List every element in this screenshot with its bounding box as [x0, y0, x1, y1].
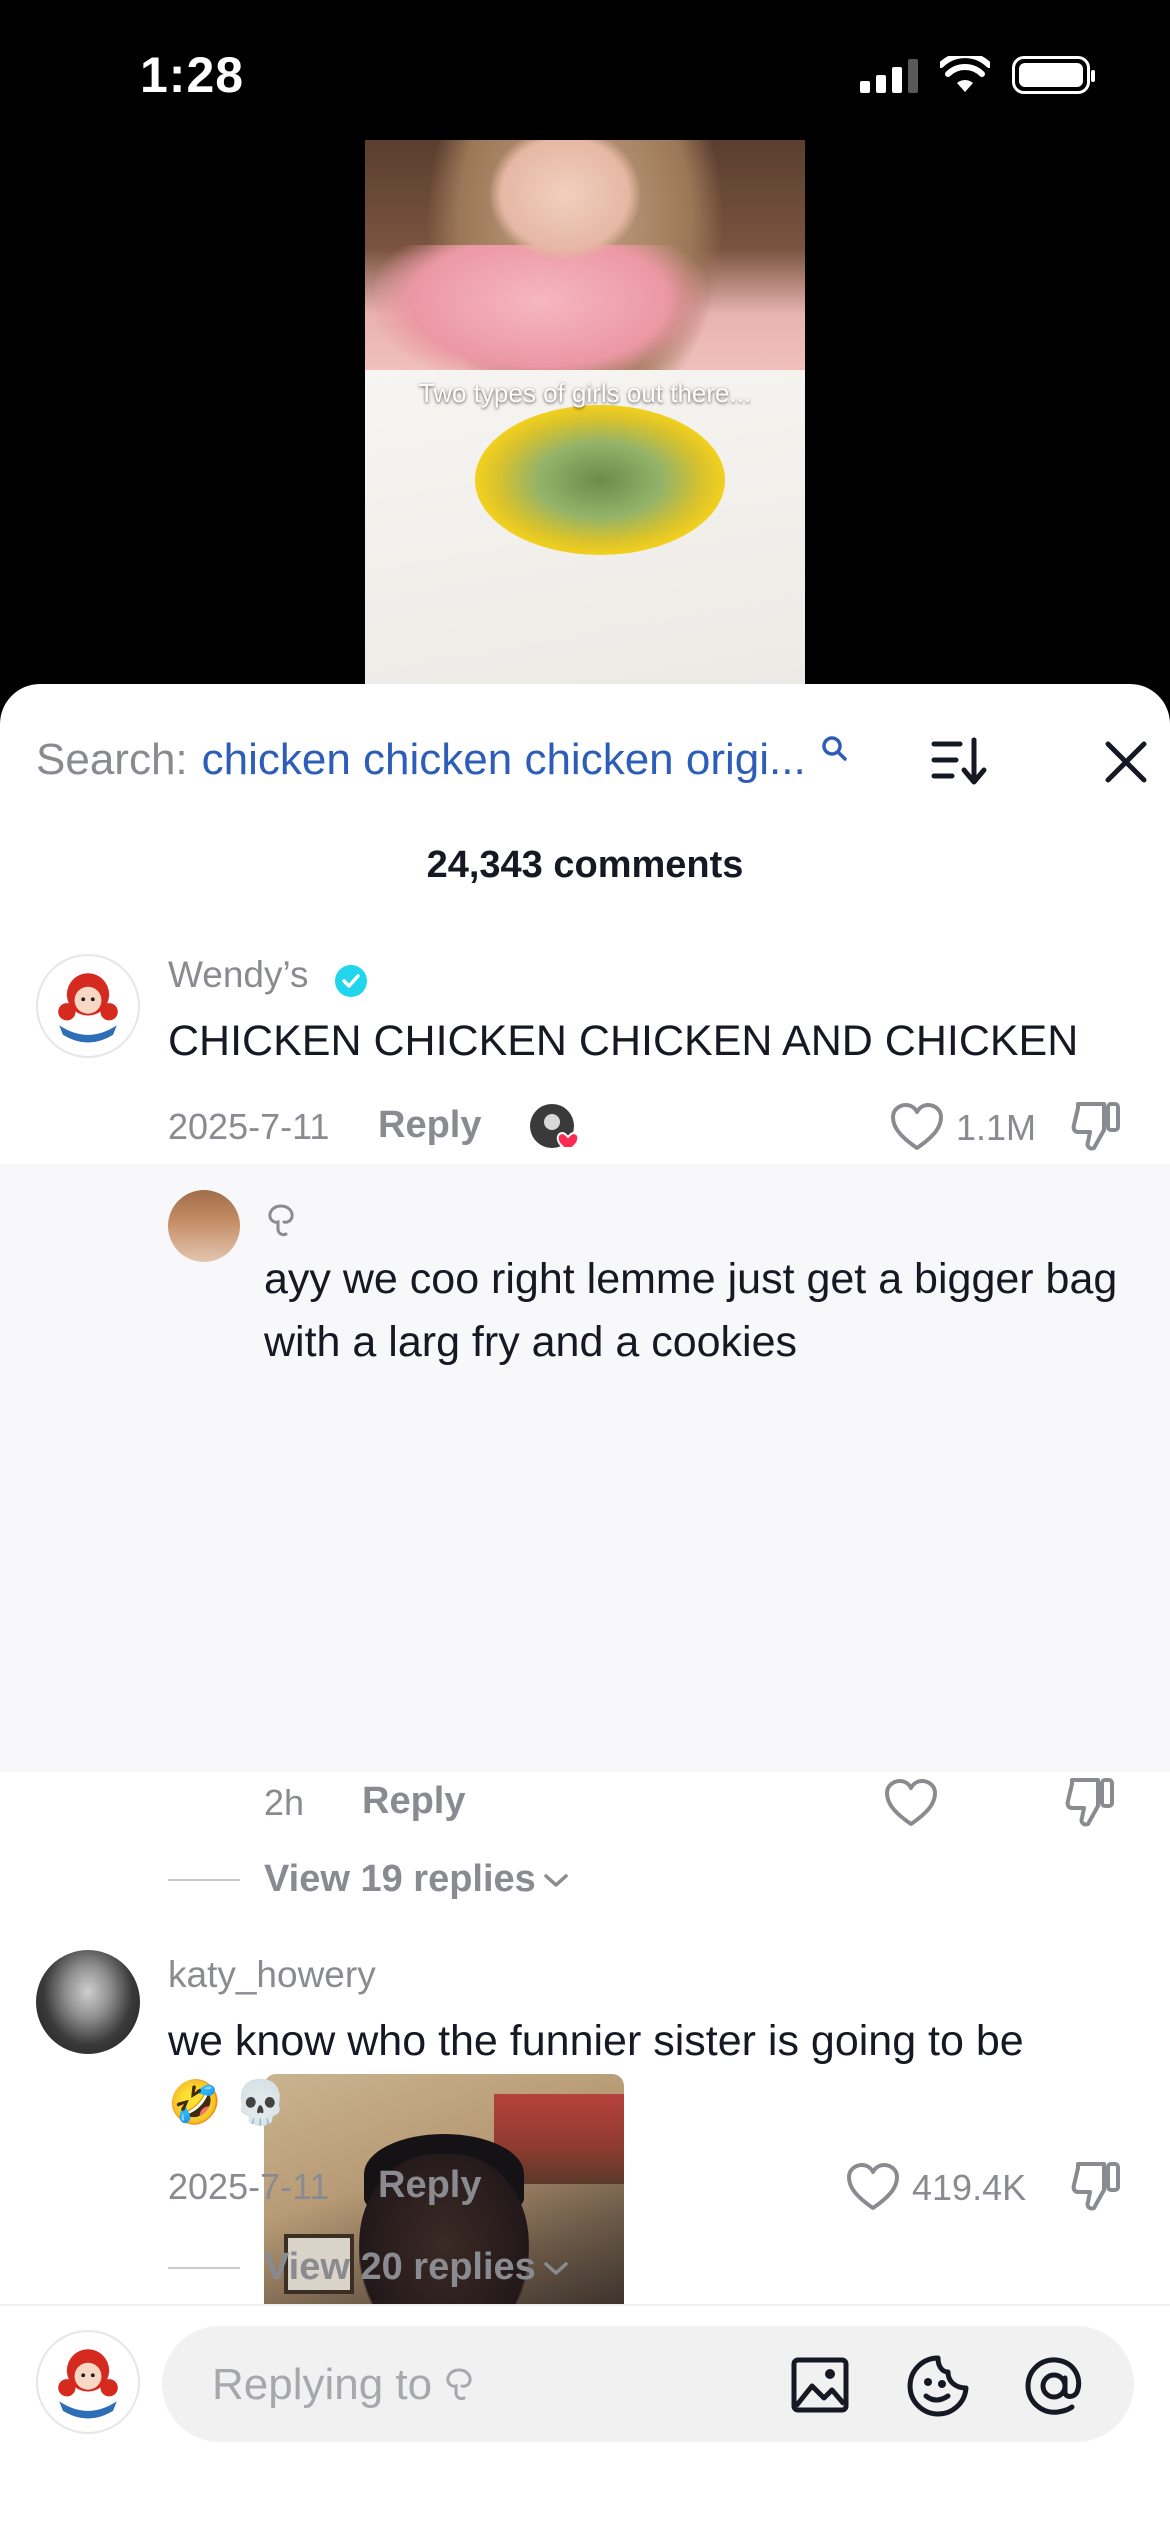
comment-input[interactable]: Replying to	[162, 2326, 1134, 2442]
view-replies-button[interactable]: View 19 replies	[168, 1858, 570, 1901]
verified-badge-icon	[335, 965, 367, 997]
comment-text: CHICKEN CHICKEN CHICKEN AND CHICKEN	[168, 1017, 1079, 1065]
cellular-signal-icon	[860, 57, 918, 93]
chevron-down-icon	[544, 1873, 568, 1887]
comment-search-bar[interactable]: Search: chicken chicken chicken origi...	[36, 724, 1147, 796]
placeholder-text: Replying to	[212, 2360, 433, 2409]
username-placeholder-icon	[268, 1204, 294, 1237]
username-placeholder-icon	[446, 2368, 472, 2401]
comment-text: we know who the funnier sister is going …	[168, 2017, 1024, 2065]
avatar[interactable]	[168, 1190, 240, 1262]
reply-time: 2h	[264, 1782, 305, 1823]
avatar[interactable]	[36, 1950, 140, 2054]
avatar[interactable]	[36, 954, 140, 1058]
search-query[interactable]: chicken chicken chicken origi...	[202, 735, 806, 785]
view-replies-button[interactable]: View 20 replies	[168, 2246, 570, 2289]
close-icon[interactable]	[1102, 738, 1150, 786]
battery-icon	[1012, 56, 1095, 94]
search-icon	[821, 736, 847, 761]
dislike-icon[interactable]	[1064, 1776, 1116, 1830]
like-icon[interactable]	[890, 1102, 944, 1152]
reply-button[interactable]: Reply	[378, 2164, 481, 2207]
like-icon[interactable]	[884, 1778, 938, 1828]
comment-username[interactable]: katy_howery	[168, 1954, 376, 1996]
video-caption-overlay: Two types of girls out there...	[418, 378, 752, 408]
status-bar: 1:28	[0, 0, 1170, 150]
dislike-icon[interactable]	[1070, 1100, 1122, 1154]
emoji-sticker-icon[interactable]	[906, 2354, 970, 2418]
comments-count: 24,343 comments	[426, 844, 744, 886]
comment-input-placeholder: Replying to	[212, 2360, 476, 2410]
comment-emoji: 🤣 💀	[168, 2079, 288, 2127]
sort-icon[interactable]	[930, 736, 990, 788]
current-user-avatar	[36, 2330, 140, 2434]
view-replies-label: View 19 replies	[264, 1858, 536, 1900]
view-replies-label: View 20 replies	[264, 2246, 536, 2288]
comments-sheet: Search: chicken chicken chicken origi...…	[0, 684, 1170, 2532]
comment-input-bar: Replying to	[0, 2304, 1170, 2532]
search-label: Search:	[36, 735, 188, 784]
like-icon[interactable]	[846, 2162, 900, 2212]
comment-username[interactable]: Wendy’s	[168, 954, 309, 996]
reply-button[interactable]: Reply	[378, 1104, 481, 1147]
like-count: 419.4K	[912, 2167, 1027, 2208]
chevron-down-icon	[544, 2261, 568, 2275]
comment-date: 2025-7-11	[168, 1106, 330, 1147]
mention-icon[interactable]	[1022, 2354, 1086, 2418]
status-time: 1:28	[140, 47, 245, 103]
dislike-icon[interactable]	[1070, 2160, 1122, 2214]
creator-liked-icon	[530, 1104, 580, 1149]
like-count: 1.1M	[956, 1107, 1037, 1148]
image-icon[interactable]	[790, 2356, 850, 2414]
status-icons	[860, 56, 1095, 94]
comment-date: 2025-7-11	[168, 2166, 330, 2207]
wifi-icon	[940, 56, 990, 92]
video-preview[interactable]: Two types of girls out there...	[365, 140, 805, 685]
reply-button[interactable]: Reply	[362, 1780, 465, 1823]
reply-text: ayy we coo right lemme just get a bigger…	[264, 1255, 1118, 1366]
